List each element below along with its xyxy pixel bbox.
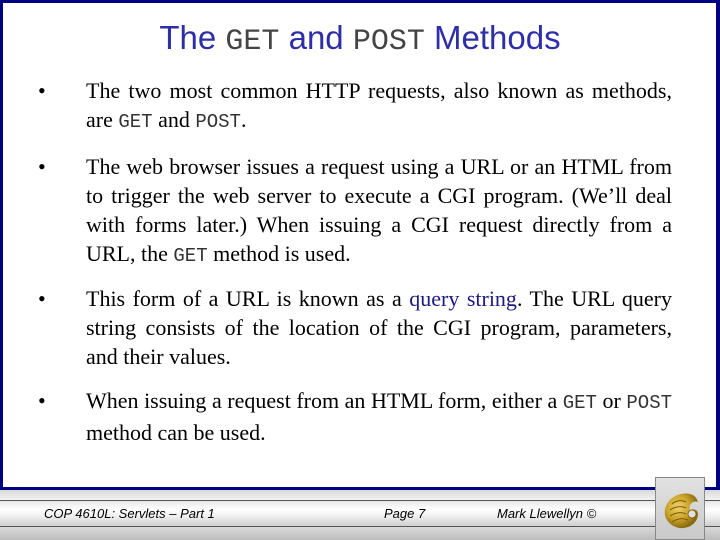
slide-footer: COP 4610L: Servlets – Part 1 Page 7 Mark… <box>0 490 720 540</box>
bullet-text: The web browser issues a request using a… <box>86 152 672 271</box>
title-text-2: and <box>279 19 353 56</box>
title-text-3: Methods <box>424 19 561 56</box>
inline-code: GET <box>562 392 597 414</box>
text-segment: . <box>240 107 247 132</box>
text-segment: and <box>152 107 196 132</box>
bullet-text: When issuing a request from an HTML form… <box>86 386 672 447</box>
bullet-dot-icon: • <box>38 154 46 179</box>
text-segment: When issuing a request from an HTML form… <box>86 388 563 413</box>
footer-course: COP 4610L: Servlets – Part 1 <box>44 506 215 521</box>
title-code-get: GET <box>225 25 280 59</box>
inline-code: POST <box>626 392 672 414</box>
bullet-dot-icon: • <box>38 78 46 103</box>
text-segment: method can be used. <box>86 420 266 445</box>
text-segment: method is used. <box>207 241 351 266</box>
footer-author: Mark Llewellyn © <box>497 506 597 521</box>
logo-box <box>655 477 705 540</box>
footer-divider <box>0 526 720 527</box>
inline-code: GET <box>118 111 153 133</box>
bullet-text: The two most common HTTP requests, also … <box>86 76 672 137</box>
title-code-post: POST <box>352 25 425 59</box>
inline-code: POST <box>195 111 241 133</box>
bullet-dot-icon: • <box>38 286 46 311</box>
inline-code: GET <box>173 245 208 267</box>
text-segment: or <box>596 388 627 413</box>
highlighted-term: query string <box>409 286 517 311</box>
ucf-pegasus-logo-icon <box>664 493 698 529</box>
footer-divider <box>0 500 720 501</box>
bullet-text: This form of a URL is known as a query s… <box>86 284 672 371</box>
footer-page-number: Page 7 <box>384 506 426 521</box>
title-text-1: The <box>159 19 226 56</box>
bullet-dot-icon: • <box>38 388 46 413</box>
text-segment: This form of a URL is known as a <box>86 286 410 311</box>
slide-title: The GET and POST Methods <box>0 18 720 62</box>
